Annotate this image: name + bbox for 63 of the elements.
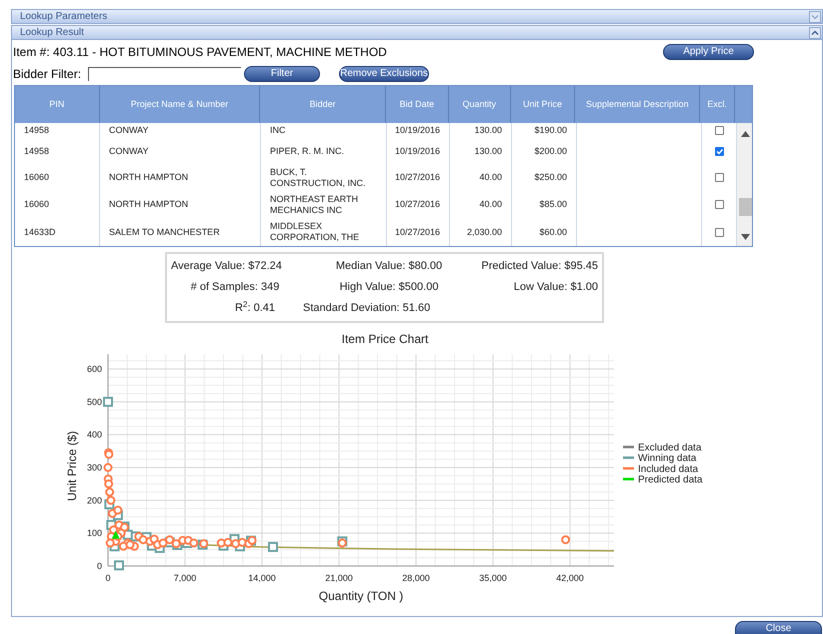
table-cell: $60.00	[539, 226, 567, 238]
table-cell-text: NORTHEAST EARTH MECHANICS INC	[270, 194, 360, 216]
table-cell: 16060	[24, 172, 50, 183]
table-cell: 14958	[24, 125, 50, 136]
x-tick-label: 7,000	[174, 573, 196, 583]
table-cell: SALEM TO MANCHESTER	[109, 226, 220, 238]
table-cell: 10/19/2016	[394, 125, 440, 136]
legend-label: Winning data	[638, 453, 696, 464]
y-tick-label: 200	[86, 495, 102, 506]
x-tick-label: 14,000	[248, 573, 276, 583]
bidder-filter-label: Bidder Filter:	[13, 66, 82, 83]
y-tick-label: 400	[86, 430, 102, 440]
table-cell: 10/27/2016	[394, 226, 440, 238]
x-tick-label: 21,000	[325, 573, 353, 583]
table-cell: 14958	[24, 146, 50, 156]
table-cell: CONWAY	[109, 125, 148, 136]
table-cell: NORTH HAMPTON	[109, 199, 188, 210]
table-cell: $250.00	[534, 172, 567, 183]
chart-title: Item Price Chart	[342, 332, 428, 346]
legend-label: Excluded data	[638, 442, 702, 454]
statistic-text: Predicted Value: $95.45	[481, 259, 598, 274]
table-cell: 2,030.00	[466, 226, 502, 238]
table-cell: $190.00	[534, 125, 567, 136]
table-cell: 130.00	[474, 146, 502, 156]
table-cell: CONWAY	[109, 146, 148, 156]
x-tick-label: 0	[106, 573, 110, 583]
statistic-text: High Value: $500.00	[340, 280, 438, 296]
table-cell: PIPER, R. M. INC.	[270, 146, 344, 156]
y-tick-label: 100	[86, 528, 102, 538]
table-cell: 130.00	[474, 125, 502, 136]
statistic-text: R$^{2}$: 0.41	[234, 300, 276, 316]
table-cell: 10/27/2016	[394, 172, 440, 183]
y-tick-label: 600	[86, 364, 102, 374]
y-tick-label: 300	[86, 462, 102, 472]
statistic-text: Low Value: $1.00	[514, 280, 598, 296]
table-cell: $200.00	[534, 146, 567, 156]
y-tick-label: 500	[86, 396, 102, 407]
table-cell: 10/19/2016	[394, 146, 440, 156]
statistic-text: # of Samples: 349	[190, 280, 280, 296]
x-tick-label: 35,000	[479, 573, 507, 583]
y-tick-label: 0	[96, 561, 102, 571]
legend-label: Included data	[638, 464, 698, 475]
table-cell: 10/27/2016	[394, 199, 440, 210]
y-axis-title: Unit Price ($)	[65, 431, 79, 501]
x-axis-title: Quantity (TON )	[318, 589, 404, 603]
statistic-text: Median Value: $80.00	[336, 259, 442, 274]
table-cell: $85.00	[539, 199, 567, 210]
x-tick-label: 42,000	[556, 573, 584, 583]
statistic-text: Standard Deviation: 51.60	[302, 301, 430, 316]
item-title: Item #: 403.11 - HOT BITUMINOUS PAVEMENT, MACHINE METHOD	[13, 44, 387, 61]
statistic-text: Average Value: $72.24	[171, 259, 282, 274]
table-cell: NORTH HAMPTON	[109, 172, 188, 183]
table-cell: 14633D	[24, 226, 56, 238]
table-cell: INC	[270, 125, 286, 136]
panel-title: Lookup Result	[20, 26, 84, 40]
table-cell-text: BUCK, T. CONSTRUCTION, INC.	[270, 166, 366, 188]
x-tick-label: 28,000	[402, 573, 430, 583]
table-cell-text: MIDDLESEX CORPORATION, THE	[270, 221, 360, 243]
panel-title: Lookup Parameters	[20, 10, 108, 24]
legend-label: Predicted data	[638, 474, 702, 486]
table-cell: 40.00	[479, 172, 502, 183]
table-cell: 16060	[24, 199, 50, 210]
table-cell: 40.00	[479, 199, 502, 210]
